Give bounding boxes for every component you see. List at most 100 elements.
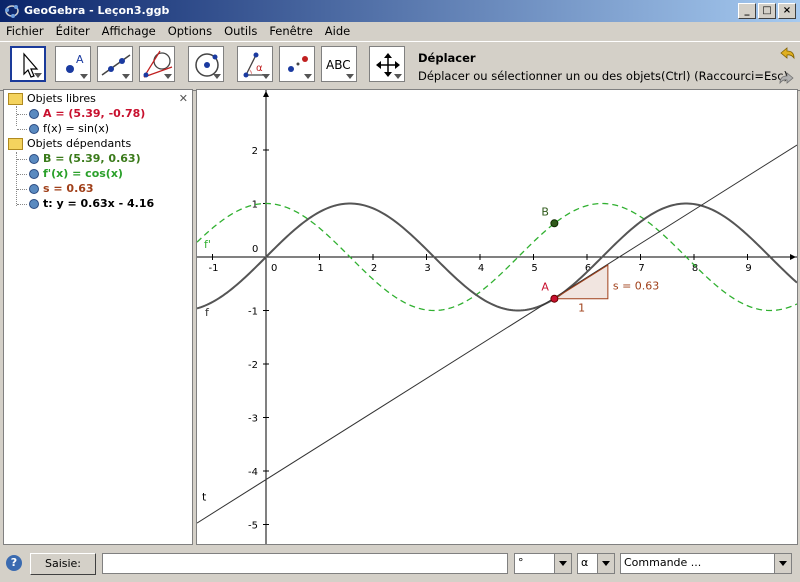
title-bar: GeoGebra - Leçon3.ggb _ □ ×: [0, 0, 800, 22]
angle-tool-button[interactable]: α: [237, 46, 273, 82]
label-fprime: f': [204, 238, 211, 251]
svg-text:α: α: [256, 63, 263, 74]
menu-editer[interactable]: Éditer: [50, 22, 96, 41]
line-tool-button[interactable]: [97, 46, 133, 82]
x-tick-label: 4: [478, 263, 484, 274]
algebra-item[interactable]: A = (5.39, -0.78): [29, 107, 145, 120]
menu-aide[interactable]: Aide: [319, 22, 356, 41]
y-tick-label: -3: [248, 414, 258, 425]
x-tick-label: 1: [317, 263, 323, 274]
degree-select-value: °: [518, 556, 524, 569]
chevron-down-icon[interactable]: [554, 554, 571, 573]
tangent-line: [197, 144, 797, 524]
command-select-value: Commande ...: [624, 556, 702, 569]
input-bar: ? Saisie: ° α Commande ...: [0, 548, 800, 582]
chevron-down-icon[interactable]: [774, 554, 791, 573]
menu-outils[interactable]: Outils: [218, 22, 263, 41]
algebra-item-text: s = 0.63: [43, 182, 94, 195]
graphics-canvas[interactable]: -1 0 1 2 3 4 5 6 7 8 9210-1-2-3-4-5ABs = 0.631ff't: [197, 90, 797, 544]
visibility-dot-icon[interactable]: [29, 199, 39, 209]
move-tool-button[interactable]: [10, 46, 46, 82]
point-B: [550, 219, 559, 228]
x-tick-label: -1: [209, 263, 219, 274]
redo-icon[interactable]: [776, 69, 798, 89]
visibility-dot-icon[interactable]: [29, 109, 39, 119]
help-icon[interactable]: ?: [6, 555, 22, 571]
command-select[interactable]: Commande ...: [620, 553, 792, 574]
greek-select-value: α: [581, 556, 589, 569]
geogebra-app-icon: [5, 5, 19, 18]
degree-symbol-select[interactable]: °: [514, 553, 572, 574]
point-tool-button[interactable]: A: [55, 46, 91, 82]
algebra-item[interactable]: f(x) = sin(x): [29, 122, 109, 135]
y-tick-label: -1: [248, 307, 258, 318]
y-tick-label: 0: [252, 244, 258, 255]
tree-folder-free[interactable]: Objets libres: [8, 92, 96, 105]
move-graphics-tool-button[interactable]: [369, 46, 405, 82]
x-tick-label: 5: [531, 263, 537, 274]
algebra-item[interactable]: s = 0.63: [29, 182, 94, 195]
menu-fenetre[interactable]: Fenêtre: [263, 22, 318, 41]
circle-tool-button[interactable]: [188, 46, 224, 82]
folder-label: Objets dépendants: [27, 137, 132, 150]
label-B: B: [541, 205, 549, 218]
x-tick-label: 3: [424, 263, 430, 274]
tangent-tool-button[interactable]: [139, 46, 175, 82]
visibility-dot-icon[interactable]: [29, 169, 39, 179]
algebra-item-text: f(x) = sin(x): [43, 122, 110, 135]
label-run: 1: [578, 302, 585, 315]
label-A: A: [541, 281, 549, 294]
algebra-item-text: A = (5.39, -0.78): [43, 107, 146, 120]
x-axis-arrow-icon: [790, 254, 796, 260]
folder-label: Objets libres: [27, 92, 96, 105]
text-tool-button[interactable]: ABC: [321, 46, 357, 82]
visibility-dot-icon[interactable]: [29, 184, 39, 194]
maximize-button[interactable]: □: [758, 3, 776, 19]
tool-description: Déplacer Déplacer ou sélectionner un ou …: [418, 51, 788, 83]
menu-options[interactable]: Options: [162, 22, 218, 41]
x-tick-label: 0: [271, 263, 277, 274]
point-A: [550, 294, 559, 303]
visibility-dot-icon[interactable]: [29, 154, 39, 164]
close-button[interactable]: ×: [778, 3, 796, 19]
tool-help: Déplacer ou sélectionner un ou des objet…: [418, 69, 789, 83]
greek-letter-select[interactable]: α: [577, 553, 615, 574]
toolbar: A α ABC Déplacer Déplacer ou sélectionne…: [0, 41, 800, 91]
tree-folder-dependent[interactable]: Objets dépendants: [8, 137, 131, 150]
algebra-item[interactable]: t: y = 0.63x - 4.16: [29, 197, 154, 210]
label-slope: s = 0.63: [613, 280, 659, 293]
input-label-button[interactable]: Saisie:: [30, 553, 96, 575]
x-tick-label: 9: [745, 263, 751, 274]
algebra-view: ✕ Objets libres A = (5.39, -0.78) f(x) =…: [3, 89, 193, 545]
reflect-tool-button[interactable]: [279, 46, 315, 82]
label-t: t: [202, 490, 207, 503]
slope-triangle: [552, 264, 609, 300]
y-tick-label: 2: [252, 146, 258, 157]
y-tick-label: -5: [248, 521, 258, 532]
graphics-view[interactable]: -1 0 1 2 3 4 5 6 7 8 9 2 1 0 -1 -2 -3 -4 -5 A Bs = 0.63 1 f f' t: [196, 89, 798, 545]
x-tick-label: 8: [692, 263, 698, 274]
tool-name: Déplacer: [418, 51, 476, 65]
menu-bar: Fichier Éditer Affichage Options Outils …: [0, 22, 800, 41]
undo-icon[interactable]: [776, 44, 798, 64]
window-title: GeoGebra - Leçon3.ggb: [24, 4, 170, 17]
minimize-button[interactable]: _: [738, 3, 756, 19]
close-algebra-icon[interactable]: ✕: [179, 92, 188, 105]
y-tick-label: 1: [252, 200, 258, 211]
menu-fichier[interactable]: Fichier: [0, 22, 50, 41]
algebra-item[interactable]: f'(x) = cos(x): [29, 167, 123, 180]
y-tick-label: -2: [248, 360, 258, 371]
chevron-down-icon[interactable]: [597, 554, 614, 573]
algebra-item-text: B = (5.39, 0.63): [43, 152, 141, 165]
y-tick-label: -4: [248, 467, 258, 478]
svg-text:ABC: ABC: [326, 58, 351, 72]
x-tick-label: 2: [371, 263, 377, 274]
folder-icon: [8, 138, 23, 150]
svg-text:A: A: [76, 53, 84, 66]
menu-affichage[interactable]: Affichage: [96, 22, 162, 41]
command-input[interactable]: [102, 553, 508, 574]
algebra-item[interactable]: B = (5.39, 0.63): [29, 152, 141, 165]
folder-icon: [8, 93, 23, 105]
visibility-dot-icon[interactable]: [29, 124, 39, 134]
label-f: f: [205, 306, 210, 319]
